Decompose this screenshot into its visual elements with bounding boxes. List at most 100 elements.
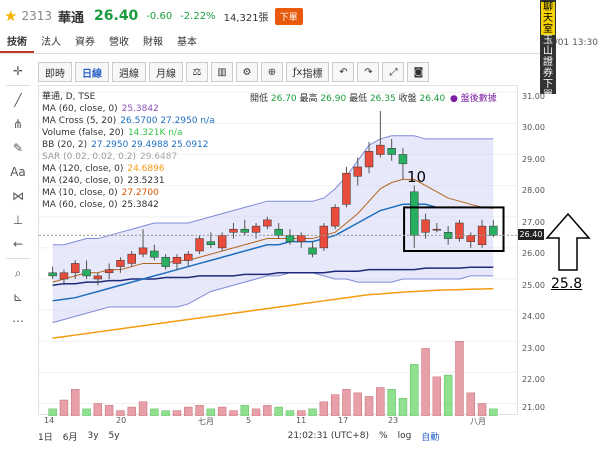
- volume-bar: [364, 396, 374, 417]
- x-tick: 八月: [470, 417, 486, 426]
- volume-bar: [263, 405, 272, 417]
- x-tick: 17: [338, 416, 349, 425]
- price-axis[interactable]: 31.00 30.00 29.00 28.00 27.00 26.00 25.0…: [518, 85, 545, 415]
- legend-symbol: 華通, D, TSE: [42, 91, 215, 103]
- time-axis[interactable]: 14 20 七月 5 11 17 23 八月: [38, 416, 518, 428]
- favorite-star-icon[interactable]: ★: [4, 7, 17, 25]
- tab-financials[interactable]: 財報: [136, 34, 170, 53]
- open-label: 開低: [250, 94, 269, 104]
- volume-bar: [150, 408, 159, 417]
- candle-body: [48, 272, 57, 277]
- volume-bar: [217, 406, 227, 417]
- monthly-button[interactable]: 月線: [149, 62, 183, 82]
- redo-icon[interactable]: ↷: [357, 62, 380, 82]
- trendline-icon[interactable]: ╱: [7, 89, 29, 111]
- low-label: 最低: [349, 94, 368, 104]
- legend-row[interactable]: MA Cross (5, 20) 26.5700 27.2950 n/a: [42, 115, 215, 127]
- legend-value: 25.3842: [121, 200, 159, 210]
- legend-row[interactable]: SAR (0.02, 0.02, 0.2) 29.6487: [42, 151, 215, 163]
- log-toggle[interactable]: log: [398, 431, 412, 441]
- tab-margin[interactable]: 資券: [68, 34, 102, 53]
- legend-label: MA Cross (5, 20): [42, 116, 117, 126]
- legend-label: Volume (false, 20): [42, 128, 124, 138]
- range-bar: 1日 6月 3y 5y 21:02:31 (UTC+8) % log 自動: [38, 429, 518, 443]
- stock-name: 華通: [58, 10, 85, 26]
- close-label: 收盤: [398, 94, 417, 104]
- scale-icon[interactable]: ⚖: [186, 62, 208, 82]
- volume-bar: [82, 408, 91, 417]
- price-change-pct: -2.22%: [180, 10, 216, 22]
- legend-value: 23.5231: [127, 176, 165, 186]
- volume-bar: [376, 387, 385, 417]
- tab-technical[interactable]: 技術: [0, 34, 34, 53]
- legend-row[interactable]: MA (60, close, 0) 25.3842: [42, 199, 215, 211]
- tab-basic[interactable]: 基本: [170, 34, 204, 53]
- candle-body: [229, 228, 238, 233]
- candle-type-icon[interactable]: ▥: [211, 62, 233, 82]
- daily-button[interactable]: 日線: [75, 62, 109, 82]
- volume-bar: [432, 376, 442, 417]
- tab-institutional[interactable]: 法人: [34, 34, 68, 53]
- settings-icon[interactable]: ⚙: [236, 62, 258, 82]
- side-banner[interactable]: 聊天室 玉山證券下單: [540, 0, 556, 101]
- volume-bar: [195, 405, 204, 417]
- fullscreen-icon[interactable]: ⤢: [382, 62, 405, 82]
- crosshair-icon[interactable]: ✛: [7, 60, 29, 82]
- volume-bar: [240, 405, 249, 417]
- close-value: 26.40: [419, 94, 446, 104]
- compare-icon[interactable]: ⊕: [261, 62, 283, 82]
- volume-bar: [59, 399, 69, 417]
- annotation-label: 10: [407, 168, 427, 186]
- brush-icon[interactable]: ✎: [7, 137, 29, 159]
- zoom-icon[interactable]: ⌕: [7, 262, 29, 284]
- candle-body: [455, 222, 464, 239]
- tab-revenue[interactable]: 營收: [102, 34, 136, 53]
- undo-icon[interactable]: ↶: [332, 62, 355, 82]
- percent-toggle[interactable]: %: [379, 431, 388, 441]
- legend-label: MA (60, close, 0): [42, 200, 118, 210]
- ohlc-readout: 開低 26.70 最高 26.90 最低 26.35 收盤 26.40: [250, 91, 445, 104]
- range-3y[interactable]: 3y: [87, 431, 98, 441]
- volume: 14,321張: [223, 12, 269, 24]
- open-value: 26.70: [270, 94, 297, 104]
- candle-body: [330, 207, 340, 227]
- auto-scale-toggle[interactable]: 自動: [421, 430, 439, 443]
- more-icon[interactable]: ⋯: [7, 310, 29, 332]
- ruler-icon[interactable]: ⊾: [7, 286, 29, 308]
- chatroom-label[interactable]: 聊天室: [541, 2, 555, 35]
- legend-value: 29.6487: [140, 152, 178, 162]
- legend-row[interactable]: MA (10, close, 0) 27.2700: [42, 187, 215, 199]
- legend-label: BB (20, 2): [42, 140, 88, 150]
- candle-body: [342, 172, 351, 205]
- pattern-icon[interactable]: ⋈: [7, 185, 29, 207]
- fork-icon[interactable]: ⋔: [7, 113, 29, 135]
- candle-body: [172, 256, 182, 264]
- legend-row[interactable]: MA (120, close, 0) 24.6896: [42, 163, 215, 175]
- range-1d[interactable]: 1日: [38, 430, 53, 443]
- weekly-button[interactable]: 週線: [112, 62, 146, 82]
- back-arrow-icon[interactable]: ←: [7, 233, 29, 255]
- range-5y[interactable]: 5y: [109, 431, 120, 441]
- indicators-button[interactable]: ƒx 指標: [286, 62, 330, 82]
- volume-bar: [398, 397, 408, 417]
- volume-bar: [443, 374, 453, 417]
- order-button[interactable]: 下單: [274, 7, 303, 25]
- after-hours-data-button[interactable]: ● 盤後數據: [450, 91, 497, 104]
- legend-row[interactable]: MA (60, close, 0) 25.3842: [42, 103, 215, 115]
- intraday-button[interactable]: 即時: [38, 62, 72, 82]
- legend-row[interactable]: Volume (false, 20) 14.321K n/a: [42, 127, 215, 139]
- candle-body: [308, 247, 317, 255]
- legend-row[interactable]: BB (20, 2) 27.2950 29.4988 25.0912: [42, 139, 215, 151]
- text-icon[interactable]: Aa: [7, 161, 29, 183]
- volume-bar: [48, 408, 57, 417]
- candle-body: [217, 235, 227, 249]
- legend-row[interactable]: MA (240, close, 0) 23.5231: [42, 175, 215, 187]
- y-tick: 25.00: [522, 281, 545, 290]
- range-6m[interactable]: 6月: [63, 430, 78, 443]
- y-tick: 30.00: [522, 123, 545, 132]
- measure-icon[interactable]: ⊥: [7, 209, 29, 231]
- camera-icon[interactable]: ◙: [407, 62, 430, 82]
- volume-bar: [206, 408, 216, 417]
- stock-code: 2313: [21, 9, 52, 23]
- drawing-toolbar: ✛ ╱ ⋔ ✎ Aa ⋈ ⊥ ← ⌕ ⊾ ⋯: [4, 58, 32, 328]
